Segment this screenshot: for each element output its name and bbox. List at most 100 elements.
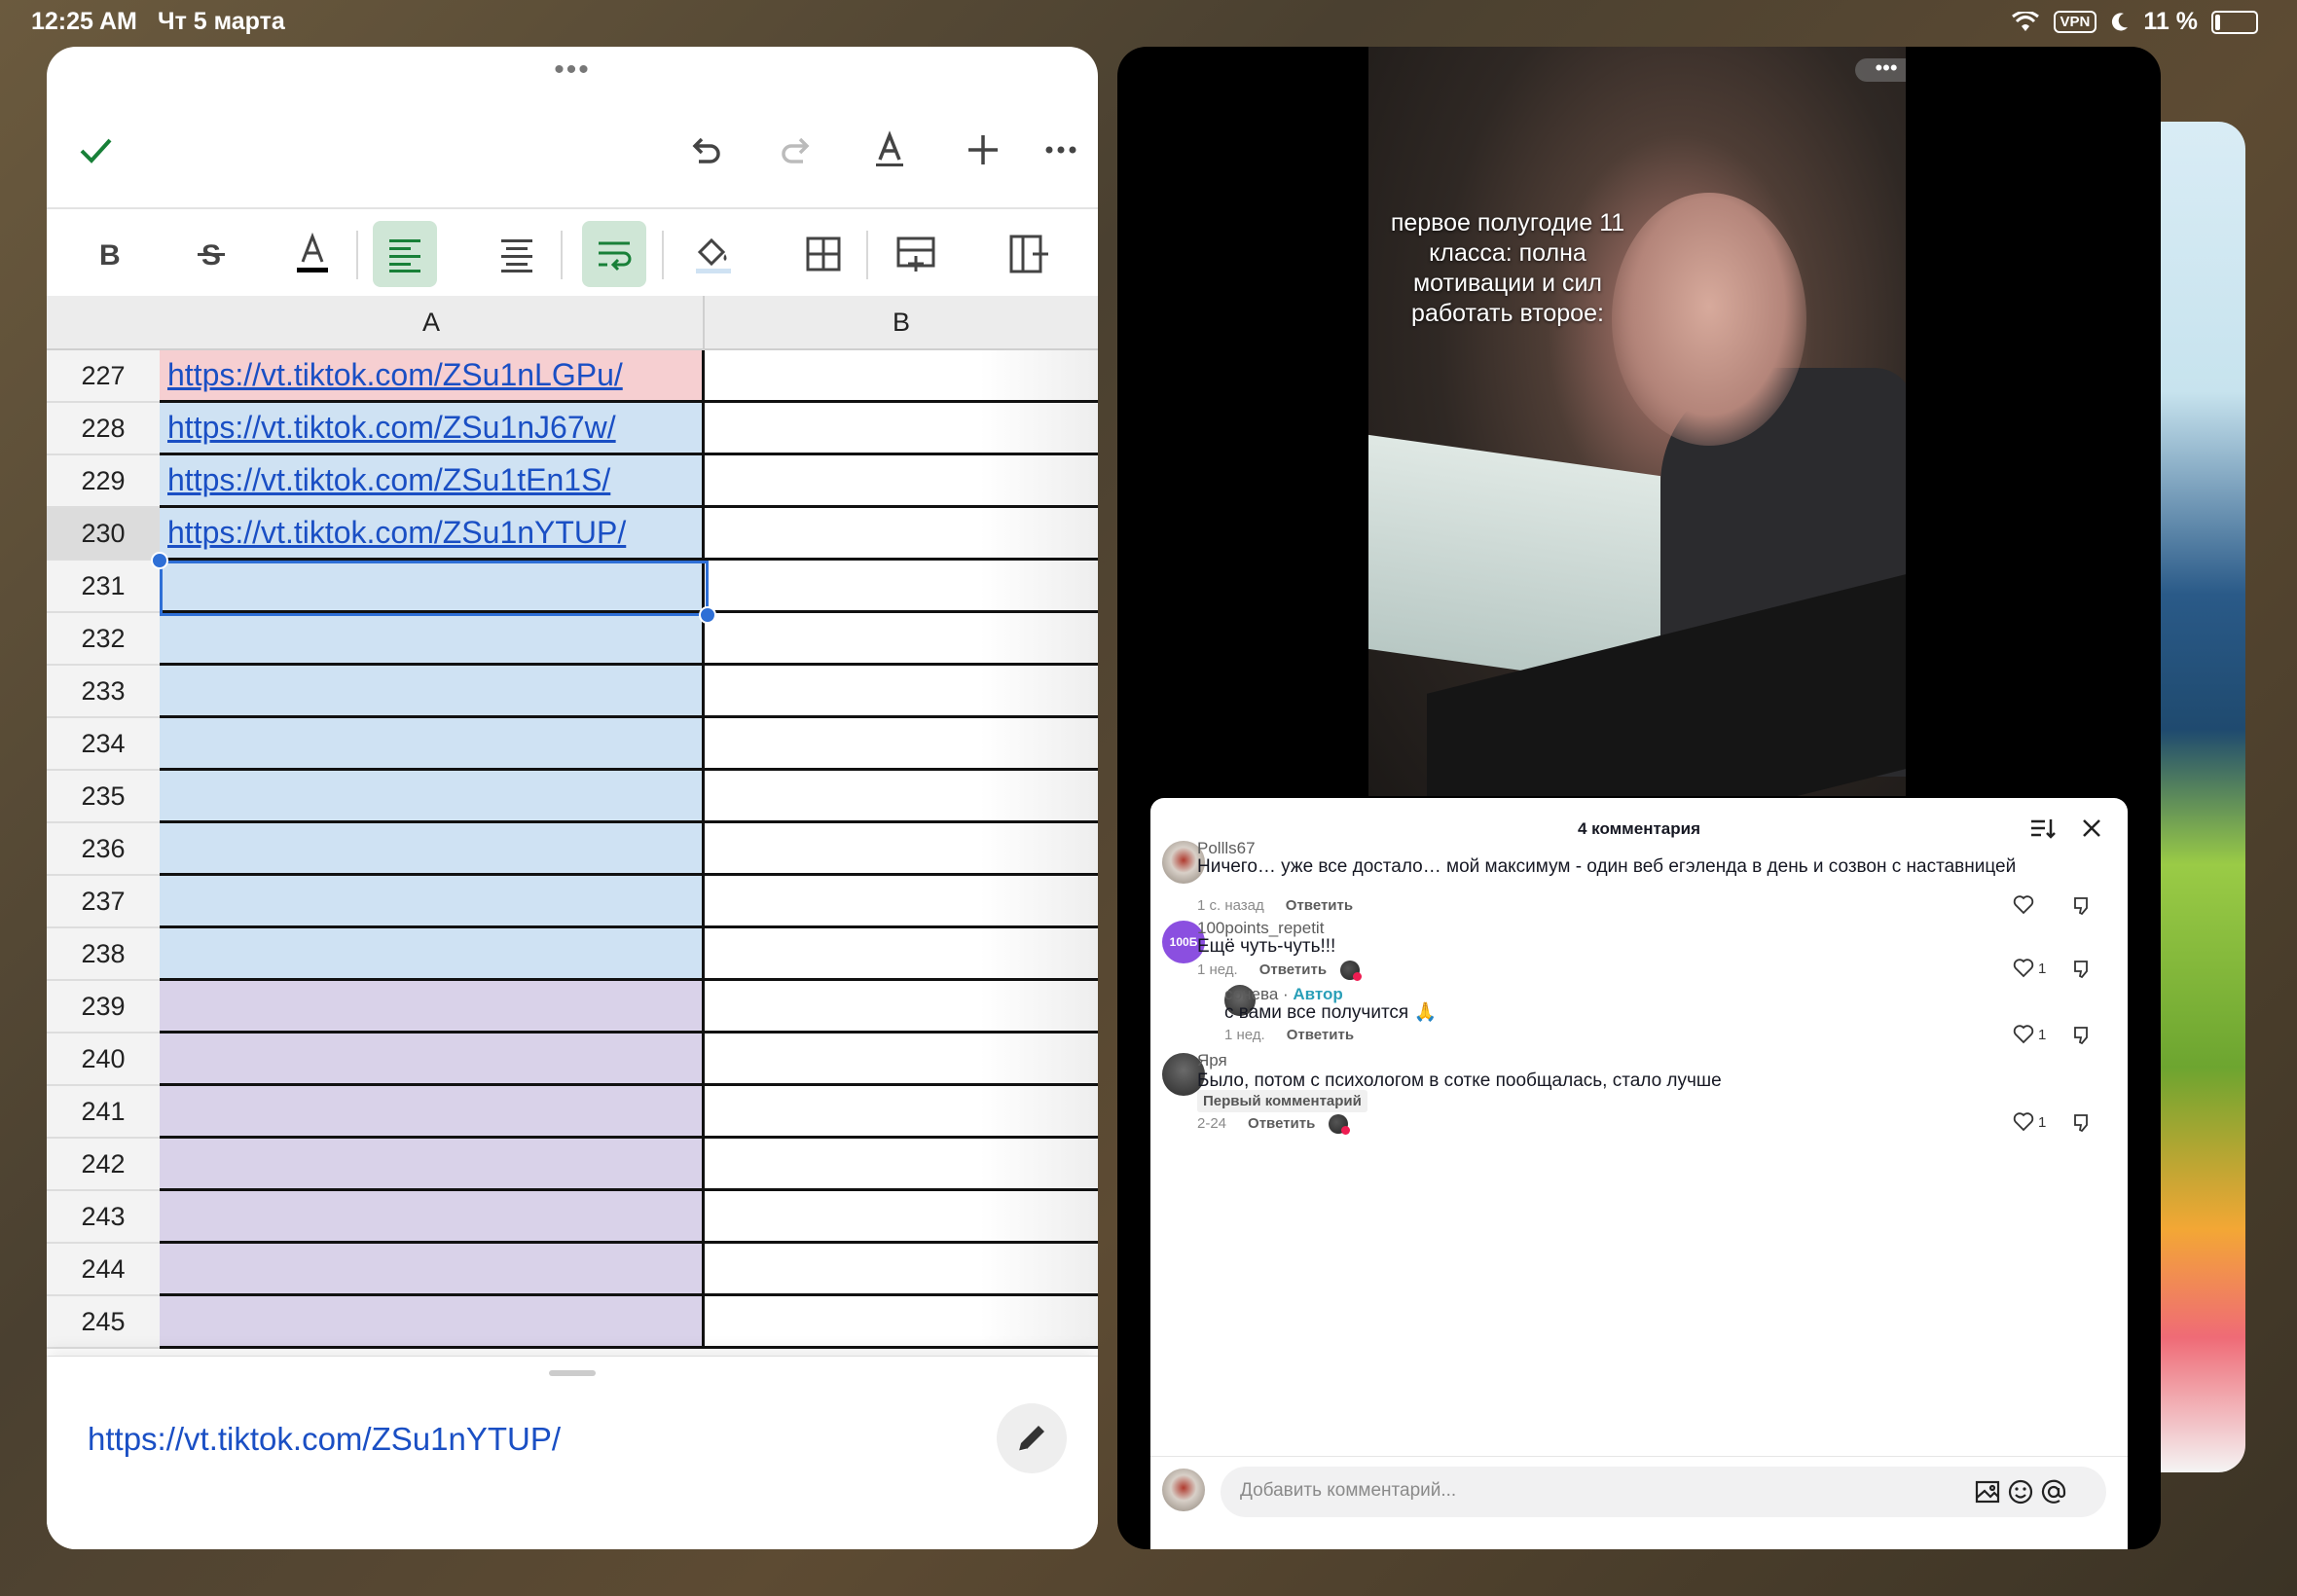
cell-a[interactable] xyxy=(160,1086,705,1139)
cell-a[interactable]: https://vt.tiktok.com/ZSu1nJ67w/ xyxy=(160,403,705,455)
cell-b[interactable] xyxy=(705,561,1098,613)
insert-plus-icon[interactable] xyxy=(954,121,1012,179)
table-row[interactable]: 237 xyxy=(47,876,1098,928)
text-color-icon[interactable] xyxy=(280,221,345,287)
reply-button[interactable]: Ответить xyxy=(1287,1027,1354,1043)
more-options-icon[interactable] xyxy=(1032,121,1090,179)
cell-b[interactable] xyxy=(705,666,1098,718)
column-header-b[interactable]: B xyxy=(705,296,1098,350)
like-button[interactable]: 1 xyxy=(2013,1112,2046,1132)
cell-a[interactable] xyxy=(160,666,705,718)
bold-icon[interactable]: B xyxy=(76,221,140,287)
table-row[interactable]: 245 xyxy=(47,1296,1098,1349)
cell-b[interactable] xyxy=(705,876,1098,928)
cell-b[interactable] xyxy=(705,771,1098,823)
reply-button[interactable]: Ответить xyxy=(1286,897,1353,914)
select-all-corner[interactable] xyxy=(47,296,160,350)
cell-a[interactable] xyxy=(160,1139,705,1191)
row-number[interactable]: 236 xyxy=(47,823,160,876)
cell-b[interactable] xyxy=(705,1139,1098,1191)
cell-b[interactable] xyxy=(705,981,1098,1034)
selection-handle-end[interactable] xyxy=(699,606,716,624)
row-number[interactable]: 243 xyxy=(47,1191,160,1244)
reply-button[interactable]: Ответить xyxy=(1248,1115,1315,1132)
table-row[interactable]: 230 https://vt.tiktok.com/ZSu1nYTUP/ xyxy=(47,508,1098,561)
multitask-handle[interactable]: ••• xyxy=(1855,57,1906,82)
row-number[interactable]: 234 xyxy=(47,718,160,771)
cell-b[interactable] xyxy=(705,1086,1098,1139)
cell-a[interactable] xyxy=(160,1034,705,1086)
table-row[interactable]: 239 xyxy=(47,981,1098,1034)
cell-a[interactable] xyxy=(160,876,705,928)
cell-b[interactable] xyxy=(705,508,1098,561)
reply-button[interactable]: Ответить xyxy=(1259,961,1327,978)
cell-a[interactable] xyxy=(160,823,705,876)
table-row[interactable]: 227 https://vt.tiktok.com/ZSu1nLGPu/ xyxy=(47,350,1098,403)
cell-a[interactable] xyxy=(160,561,705,613)
table-row[interactable]: 229 https://vt.tiktok.com/ZSu1tEn1S/ xyxy=(47,455,1098,508)
cell-a[interactable] xyxy=(160,718,705,771)
emoji-icon[interactable] xyxy=(2007,1478,2034,1505)
row-number[interactable]: 238 xyxy=(47,928,160,981)
cell-link[interactable]: https://vt.tiktok.com/ZSu1nLGPu/ xyxy=(167,357,623,393)
table-row[interactable]: 242 xyxy=(47,1139,1098,1191)
selection-handle-start[interactable] xyxy=(151,552,168,569)
text-format-icon[interactable] xyxy=(860,121,919,179)
cell-a[interactable] xyxy=(160,1296,705,1349)
row-number[interactable]: 230 xyxy=(47,508,160,561)
cell-b[interactable] xyxy=(705,718,1098,771)
mention-icon[interactable] xyxy=(2040,1478,2067,1505)
dislike-icon[interactable] xyxy=(2071,1112,2093,1134)
table-row[interactable]: 236 xyxy=(47,823,1098,876)
row-number[interactable]: 239 xyxy=(47,981,160,1034)
dislike-icon[interactable] xyxy=(2071,895,2093,917)
cell-a[interactable] xyxy=(160,771,705,823)
row-number[interactable]: 233 xyxy=(47,666,160,718)
column-header-a[interactable]: A xyxy=(160,296,705,350)
table-row[interactable]: 240 xyxy=(47,1034,1098,1086)
row-number[interactable]: 242 xyxy=(47,1139,160,1191)
like-button[interactable]: 1 xyxy=(2013,959,2046,978)
sort-icon[interactable] xyxy=(2028,814,2058,843)
cell-link[interactable]: https://vt.tiktok.com/ZSu1tEn1S/ xyxy=(167,462,610,498)
align-center-icon[interactable] xyxy=(485,221,549,287)
align-left-icon[interactable] xyxy=(373,221,437,287)
table-row[interactable]: 233 xyxy=(47,666,1098,718)
row-number[interactable]: 244 xyxy=(47,1244,160,1296)
cell-b[interactable] xyxy=(705,1244,1098,1296)
dislike-icon[interactable] xyxy=(2071,1025,2093,1046)
multitask-handle[interactable]: ••• xyxy=(47,55,1098,85)
cell-a[interactable] xyxy=(160,928,705,981)
cell-a[interactable]: https://vt.tiktok.com/ZSu1nYTUP/ xyxy=(160,508,705,561)
cell-link[interactable]: https://vt.tiktok.com/ZSu1nYTUP/ xyxy=(167,515,626,551)
table-row[interactable]: 243 xyxy=(47,1191,1098,1244)
cell-b[interactable] xyxy=(705,455,1098,508)
cell-b[interactable] xyxy=(705,823,1098,876)
comment-input[interactable]: Добавить комментарий... xyxy=(1221,1467,2106,1517)
cell-a[interactable]: https://vt.tiktok.com/ZSu1nLGPu/ xyxy=(160,350,705,403)
row-number[interactable]: 228 xyxy=(47,403,160,455)
wrap-text-icon[interactable] xyxy=(582,221,646,287)
insert-column-icon[interactable] xyxy=(997,221,1061,287)
table-row[interactable]: 235 xyxy=(47,771,1098,823)
panel-handle[interactable] xyxy=(549,1370,596,1376)
cell-value-display[interactable]: https://vt.tiktok.com/ZSu1nYTUP/ xyxy=(88,1421,561,1458)
cell-a[interactable] xyxy=(160,613,705,666)
row-number[interactable]: 235 xyxy=(47,771,160,823)
edit-pencil-icon[interactable] xyxy=(997,1403,1067,1473)
table-row[interactable]: 234 xyxy=(47,718,1098,771)
table-row[interactable]: 241 xyxy=(47,1086,1098,1139)
avatar[interactable] xyxy=(1162,1469,1205,1511)
strikethrough-icon[interactable]: S xyxy=(179,221,243,287)
row-number[interactable]: 232 xyxy=(47,613,160,666)
cell-link[interactable]: https://vt.tiktok.com/ZSu1nJ67w/ xyxy=(167,410,616,446)
table-row[interactable]: 228 https://vt.tiktok.com/ZSu1nJ67w/ xyxy=(47,403,1098,455)
borders-icon[interactable] xyxy=(791,221,856,287)
row-number[interactable]: 227 xyxy=(47,350,160,403)
table-row[interactable]: 231 xyxy=(47,561,1098,613)
undo-icon[interactable] xyxy=(675,121,734,179)
cell-b[interactable] xyxy=(705,1191,1098,1244)
dislike-icon[interactable] xyxy=(2071,959,2093,980)
table-row[interactable]: 244 xyxy=(47,1244,1098,1296)
video-player[interactable]: первое полугодие 11 класса: полна мотива… xyxy=(1368,47,1906,796)
